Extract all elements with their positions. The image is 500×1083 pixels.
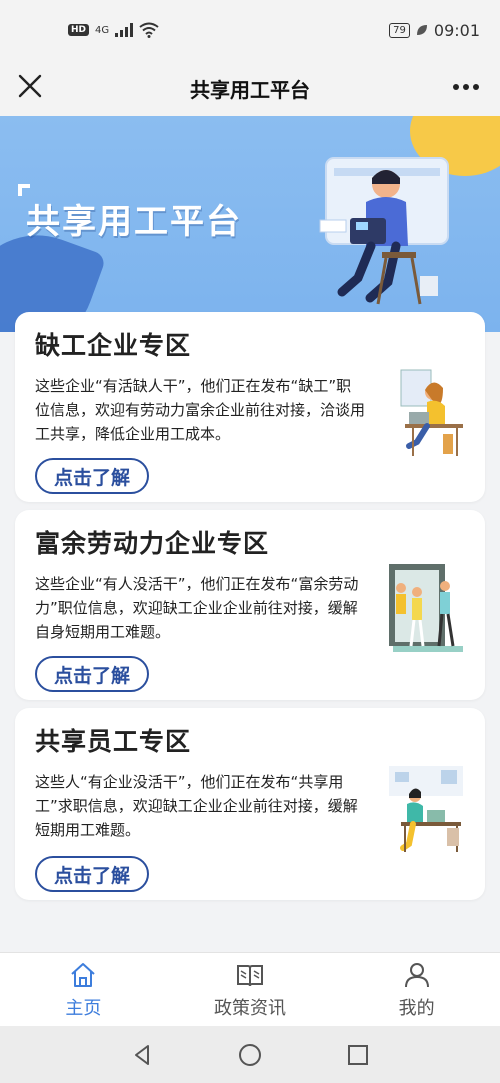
nav-label: 政策资讯 xyxy=(214,997,286,1019)
clock: 09:01 xyxy=(433,20,480,40)
more-icon xyxy=(453,84,479,90)
close-icon xyxy=(18,74,42,98)
card-title: 富余劳动力企业专区 xyxy=(35,529,270,558)
card-illustration xyxy=(389,766,463,852)
card-description: 这些企业“有人没活干”，他们正在发布“富余劳动力”职位信息，欢迎缺工企业企业前往… xyxy=(35,575,359,641)
nav-label: 主页 xyxy=(65,997,102,1019)
card-illustration xyxy=(400,369,463,456)
battery-indicator: 79 xyxy=(389,22,410,38)
more-button[interactable] xyxy=(452,72,480,97)
nav-label: 我的 xyxy=(398,997,435,1019)
learn-more-button[interactable]: 点击了解 xyxy=(35,856,149,892)
card-surplus-zone: 富余劳动力企业专区 这些企业“有人没活干”，他们正在发布“富余劳动力”职位信息，… xyxy=(15,510,485,700)
nav-item-policy-news[interactable]: 政策资讯 xyxy=(167,953,334,1026)
leaf-icon xyxy=(416,25,427,35)
wifi-icon xyxy=(139,22,159,38)
signal-icon xyxy=(115,23,134,37)
card-shared-staff-zone: 共享员工专区 这些人“有企业没活干”，他们正在发布“共享用工”求职信息，欢迎缺工… xyxy=(15,708,485,900)
banner-illustration xyxy=(319,157,449,305)
card-shortage-zone: 缺工企业专区 这些企业“有活缺人干”，他们正在发布“缺工”职位信息，欢迎有劳动力… xyxy=(15,312,485,502)
title-bar: 共享用工平台 xyxy=(0,60,500,116)
hd-badge: HD xyxy=(68,24,90,36)
user-icon xyxy=(404,962,429,987)
page-title: 共享用工平台 xyxy=(190,77,310,102)
card-description: 这些企业“有活缺人干”，他们正在发布“缺工”职位信息，欢迎有劳动力富余企业前往对… xyxy=(35,377,366,443)
system-nav-bar xyxy=(0,1026,500,1083)
recents-icon[interactable] xyxy=(346,1043,370,1067)
back-icon[interactable] xyxy=(130,1043,154,1067)
card-description: 这些人“有企业没活干”，他们正在发布“共享用工”求职信息，欢迎缺工企业企业前往对… xyxy=(35,773,358,839)
card-illustration xyxy=(389,564,463,652)
card-title: 缺工企业专区 xyxy=(35,331,192,360)
learn-more-button[interactable]: 点击了解 xyxy=(35,656,149,692)
home-icon xyxy=(71,962,96,987)
banner-title: 共享用工平台 xyxy=(26,202,242,242)
nav-item-mine[interactable]: 我的 xyxy=(333,953,500,1026)
card-title: 共享员工专区 xyxy=(35,727,192,756)
network-type: 4G xyxy=(95,24,110,36)
nav-item-home[interactable]: 主页 xyxy=(0,953,167,1026)
hero-banner: 共享用工平台 xyxy=(0,116,500,332)
learn-more-button[interactable]: 点击了解 xyxy=(35,458,149,494)
close-button[interactable] xyxy=(14,70,46,102)
book-icon xyxy=(237,964,263,986)
status-bar: HD 4G 79 09:01 xyxy=(0,0,500,60)
home-circle-icon[interactable] xyxy=(238,1043,262,1067)
bottom-nav: 主页 政策资讯 我的 xyxy=(0,952,500,1026)
